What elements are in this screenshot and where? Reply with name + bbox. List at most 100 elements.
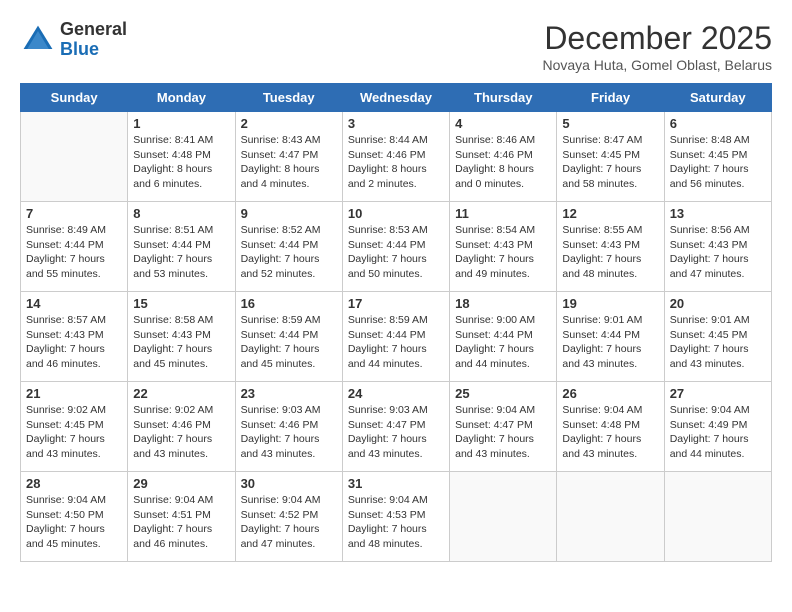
calendar-table: SundayMondayTuesdayWednesdayThursdayFrid… [20,83,772,562]
calendar-cell: 1Sunrise: 8:41 AM Sunset: 4:48 PM Daylig… [128,112,235,202]
calendar-cell [21,112,128,202]
calendar-cell [450,472,557,562]
day-number: 1 [133,116,229,131]
day-info: Sunrise: 8:47 AM Sunset: 4:45 PM Dayligh… [562,133,658,192]
day-info: Sunrise: 8:59 AM Sunset: 4:44 PM Dayligh… [241,313,337,372]
calendar-cell: 11 Sunrise: 8:54 AM Sunset: 4:43 PM Dayli… [450,202,557,292]
day-info: Sunrise: 9:04 AM Sunset: 4:52 PM Dayligh… [241,493,337,552]
day-number: 26 [562,386,658,401]
weekday-header-thursday: Thursday [450,84,557,112]
day-number: 19 [562,296,658,311]
day-info: Sunrise: 9:02 AM Sunset: 4:45 PM Dayligh… [26,403,122,462]
logo-text: General Blue [60,20,127,60]
day-number: 29 [133,476,229,491]
day-info: Sunrise: 9:01 AM Sunset: 4:45 PM Dayligh… [670,313,766,372]
day-number: 17 [348,296,444,311]
weekday-header-tuesday: Tuesday [235,84,342,112]
weekday-header-sunday: Sunday [21,84,128,112]
calendar-cell: 16 Sunrise: 8:59 AM Sunset: 4:44 PM Dayli… [235,292,342,382]
day-info: Sunrise: 8:58 AM Sunset: 4:43 PM Dayligh… [133,313,229,372]
week-row-4: 21 Sunrise: 9:02 AM Sunset: 4:45 PM Dayli… [21,382,772,472]
calendar-cell: 28 Sunrise: 9:04 AM Sunset: 4:50 PM Dayli… [21,472,128,562]
day-number: 13 [670,206,766,221]
day-info: Sunrise: 9:04 AM Sunset: 4:53 PM Dayligh… [348,493,444,552]
logo: General Blue [20,20,127,60]
calendar-cell: 25Sunrise: 9:04 AM Sunset: 4:47 PM Dayli… [450,382,557,472]
calendar-cell: 31 Sunrise: 9:04 AM Sunset: 4:53 PM Dayli… [342,472,449,562]
day-info: Sunrise: 8:59 AM Sunset: 4:44 PM Dayligh… [348,313,444,372]
day-number: 23 [241,386,337,401]
day-info: Sunrise: 8:55 AM Sunset: 4:43 PM Dayligh… [562,223,658,282]
day-number: 6 [670,116,766,131]
day-number: 25 [455,386,551,401]
calendar-cell: 2Sunrise: 8:43 AM Sunset: 4:47 PM Daylig… [235,112,342,202]
day-number: 31 [348,476,444,491]
day-info: Sunrise: 9:04 AM Sunset: 4:49 PM Dayligh… [670,403,766,462]
calendar-cell: 20Sunrise: 9:01 AM Sunset: 4:45 PM Dayli… [664,292,771,382]
day-info: Sunrise: 8:54 AM Sunset: 4:43 PM Dayligh… [455,223,551,282]
day-number: 3 [348,116,444,131]
week-row-3: 14 Sunrise: 8:57 AM Sunset: 4:43 PM Dayli… [21,292,772,382]
day-number: 4 [455,116,551,131]
day-info: Sunrise: 8:43 AM Sunset: 4:47 PM Dayligh… [241,133,337,192]
weekday-header-saturday: Saturday [664,84,771,112]
day-info: Sunrise: 8:44 AM Sunset: 4:46 PM Dayligh… [348,133,444,192]
day-number: 14 [26,296,122,311]
day-number: 9 [241,206,337,221]
day-number: 30 [241,476,337,491]
calendar-cell: 13 Sunrise: 8:56 AM Sunset: 4:43 PM Dayli… [664,202,771,292]
calendar-cell: 17 Sunrise: 8:59 AM Sunset: 4:44 PM Dayli… [342,292,449,382]
calendar-cell: 10 Sunrise: 8:53 AM Sunset: 4:44 PM Dayli… [342,202,449,292]
day-number: 16 [241,296,337,311]
calendar-cell: 18Sunrise: 9:00 AM Sunset: 4:44 PM Dayli… [450,292,557,382]
calendar-cell: 27Sunrise: 9:04 AM Sunset: 4:49 PM Dayli… [664,382,771,472]
calendar-cell: 26 Sunrise: 9:04 AM Sunset: 4:48 PM Dayli… [557,382,664,472]
logo-icon [20,22,56,58]
weekday-header-wednesday: Wednesday [342,84,449,112]
calendar-cell: 24 Sunrise: 9:03 AM Sunset: 4:47 PM Dayli… [342,382,449,472]
calendar-cell: 6 Sunrise: 8:48 AM Sunset: 4:45 PM Daylig… [664,112,771,202]
month-title: December 2025 [542,20,772,57]
day-number: 15 [133,296,229,311]
day-number: 10 [348,206,444,221]
day-number: 7 [26,206,122,221]
location-subtitle: Novaya Huta, Gomel Oblast, Belarus [542,57,772,73]
calendar-cell [557,472,664,562]
calendar-cell: 3 Sunrise: 8:44 AM Sunset: 4:46 PM Daylig… [342,112,449,202]
calendar-cell: 23Sunrise: 9:03 AM Sunset: 4:46 PM Dayli… [235,382,342,472]
page-header: General Blue December 2025 Novaya Huta, … [20,20,772,73]
calendar-cell: 19Sunrise: 9:01 AM Sunset: 4:44 PM Dayli… [557,292,664,382]
day-info: Sunrise: 8:57 AM Sunset: 4:43 PM Dayligh… [26,313,122,372]
weekday-header-friday: Friday [557,84,664,112]
calendar-cell: 5 Sunrise: 8:47 AM Sunset: 4:45 PM Daylig… [557,112,664,202]
day-info: Sunrise: 8:53 AM Sunset: 4:44 PM Dayligh… [348,223,444,282]
day-number: 11 [455,206,551,221]
day-info: Sunrise: 9:04 AM Sunset: 4:51 PM Dayligh… [133,493,229,552]
day-info: Sunrise: 8:49 AM Sunset: 4:44 PM Dayligh… [26,223,122,282]
day-number: 5 [562,116,658,131]
day-number: 22 [133,386,229,401]
day-number: 18 [455,296,551,311]
calendar-cell: 7 Sunrise: 8:49 AM Sunset: 4:44 PM Daylig… [21,202,128,292]
title-block: December 2025 Novaya Huta, Gomel Oblast,… [542,20,772,73]
week-row-5: 28 Sunrise: 9:04 AM Sunset: 4:50 PM Dayli… [21,472,772,562]
day-number: 28 [26,476,122,491]
day-info: Sunrise: 9:04 AM Sunset: 4:50 PM Dayligh… [26,493,122,552]
day-info: Sunrise: 9:03 AM Sunset: 4:47 PM Dayligh… [348,403,444,462]
day-info: Sunrise: 8:52 AM Sunset: 4:44 PM Dayligh… [241,223,337,282]
calendar-cell: 14 Sunrise: 8:57 AM Sunset: 4:43 PM Dayli… [21,292,128,382]
calendar-cell: 30 Sunrise: 9:04 AM Sunset: 4:52 PM Dayli… [235,472,342,562]
day-info: Sunrise: 8:48 AM Sunset: 4:45 PM Dayligh… [670,133,766,192]
calendar-cell: 4Sunrise: 8:46 AM Sunset: 4:46 PM Daylig… [450,112,557,202]
day-info: Sunrise: 8:56 AM Sunset: 4:43 PM Dayligh… [670,223,766,282]
day-number: 24 [348,386,444,401]
calendar-cell [664,472,771,562]
day-number: 21 [26,386,122,401]
week-row-1: 1Sunrise: 8:41 AM Sunset: 4:48 PM Daylig… [21,112,772,202]
day-info: Sunrise: 9:02 AM Sunset: 4:46 PM Dayligh… [133,403,229,462]
day-info: Sunrise: 8:51 AM Sunset: 4:44 PM Dayligh… [133,223,229,282]
calendar-cell: 15 Sunrise: 8:58 AM Sunset: 4:43 PM Dayli… [128,292,235,382]
calendar-cell: 29 Sunrise: 9:04 AM Sunset: 4:51 PM Dayli… [128,472,235,562]
day-info: Sunrise: 9:04 AM Sunset: 4:48 PM Dayligh… [562,403,658,462]
calendar-cell: 12Sunrise: 8:55 AM Sunset: 4:43 PM Dayli… [557,202,664,292]
